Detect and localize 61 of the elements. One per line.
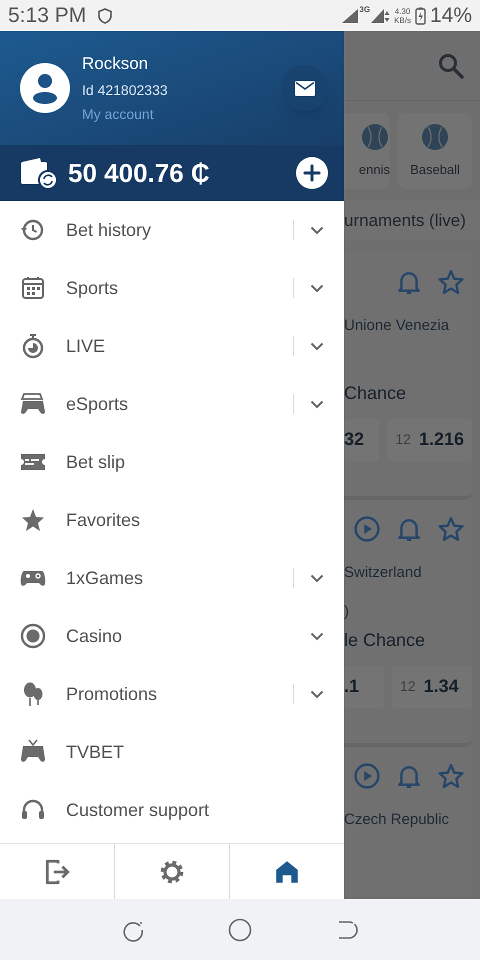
menu-item[interactable]: Sports <box>66 274 293 302</box>
chevron-down-icon[interactable] <box>310 284 324 292</box>
envelope-icon <box>295 80 315 96</box>
star-outline-icon[interactable] <box>438 516 464 542</box>
menu-item[interactable]: eSports <box>66 390 293 418</box>
network-type: 3G <box>359 4 370 16</box>
market-name: le Chance <box>344 628 426 652</box>
battery-percent: 14% <box>430 2 472 29</box>
speed-unit: KB/s <box>394 16 411 24</box>
ball-icon <box>420 122 450 152</box>
gamepad-screen-icon <box>20 391 46 417</box>
menu-item[interactable]: Casino <box>66 622 293 650</box>
odds-value[interactable]: 1.216 <box>418 426 464 453</box>
casino-chip-icon <box>20 623 46 649</box>
menu-item[interactable]: Favorites <box>66 506 324 534</box>
calendar-icon <box>20 275 46 301</box>
ball-icon <box>360 122 390 152</box>
signal-icon <box>370 8 390 24</box>
tv-gamepad-icon <box>20 739 46 765</box>
stopwatch-icon <box>20 333 46 359</box>
logout-icon[interactable] <box>43 858 71 886</box>
history-icon <box>20 217 46 243</box>
odds-label: 12 <box>395 430 411 449</box>
sport-label: Baseball <box>410 161 460 180</box>
menu-item[interactable]: Bet history <box>66 216 293 244</box>
settings-icon[interactable] <box>158 858 186 886</box>
balance-amount: 50 400.76 ₵ <box>68 156 211 190</box>
user-name: Rockson <box>82 53 150 76</box>
home-circle-icon[interactable] <box>228 918 252 942</box>
chevron-down-icon[interactable] <box>310 342 324 350</box>
market-name: Chance <box>344 382 408 404</box>
speed-value: 4.30 <box>394 6 410 16</box>
star-outline-icon[interactable] <box>438 763 464 789</box>
shield-icon <box>98 8 112 24</box>
odds-label: 12 <box>400 677 416 696</box>
chevron-down-icon[interactable] <box>310 690 324 698</box>
search-icon[interactable] <box>438 52 464 78</box>
clock: 5:13 PM <box>8 2 86 29</box>
chevron-down-icon[interactable] <box>310 226 324 234</box>
sport-label: ennis <box>358 161 390 180</box>
menu-item[interactable]: LIVE <box>66 332 293 360</box>
match-info: ) <box>344 602 349 618</box>
team-name: Unione Venezia <box>344 316 450 336</box>
menu-item[interactable]: 1xGames <box>66 564 293 592</box>
star-icon <box>20 507 46 533</box>
chevron-down-icon[interactable] <box>310 632 324 640</box>
team-name: Czech Republic <box>344 810 450 830</box>
menu-item[interactable]: Promotions <box>66 680 293 708</box>
avatar-icon <box>20 63 70 113</box>
menu-item[interactable]: Bet slip <box>66 448 324 476</box>
signal-icon <box>341 8 360 24</box>
battery-charging-icon <box>414 6 426 24</box>
chevron-down-icon[interactable] <box>310 574 324 582</box>
user-id: Id 421802333 <box>82 80 169 100</box>
odds-value[interactable]: 1.34 <box>424 673 459 700</box>
star-outline-icon[interactable] <box>438 269 464 295</box>
chevron-down-icon[interactable] <box>310 400 324 408</box>
team-name: Switzerland <box>344 563 423 583</box>
add-funds-icon[interactable] <box>296 157 328 189</box>
menu-item[interactable]: TVBET <box>66 738 324 766</box>
menu-item[interactable]: Customer support <box>66 796 324 824</box>
